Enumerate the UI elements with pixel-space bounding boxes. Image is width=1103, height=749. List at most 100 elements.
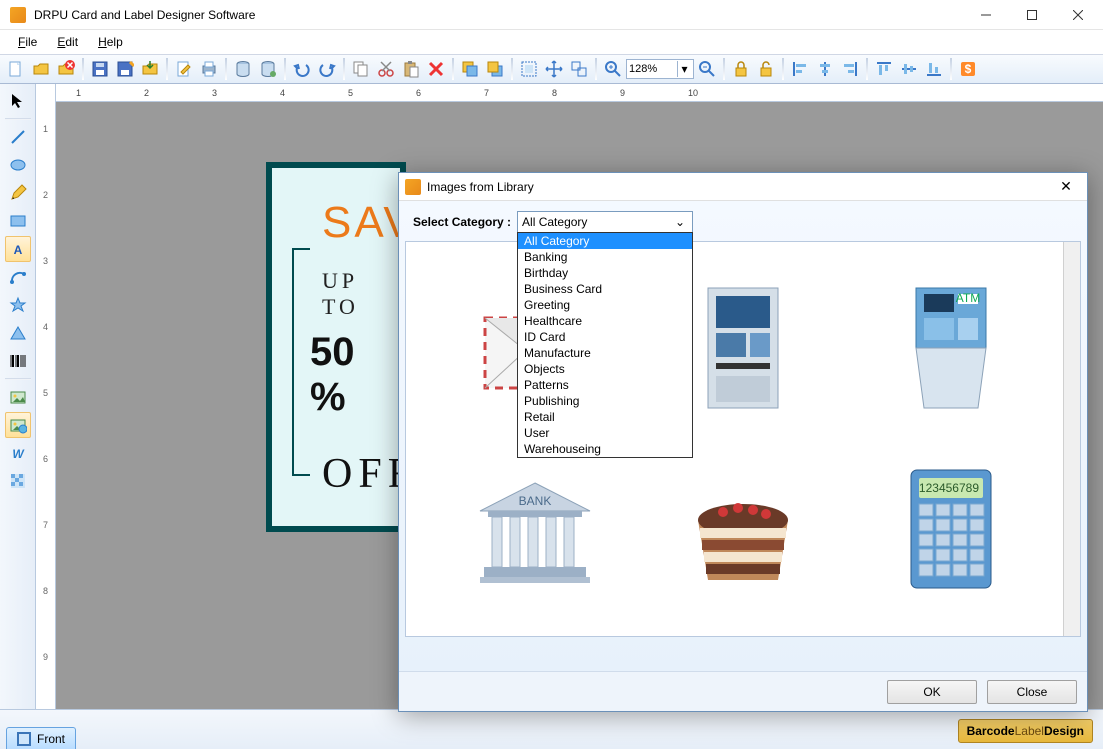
- design-card[interactable]: SAV UP TO 50 % OFF: [266, 162, 406, 532]
- chevron-down-icon[interactable]: ⌄: [672, 214, 688, 230]
- category-option[interactable]: Healthcare: [518, 313, 692, 329]
- grid-scrollbar[interactable]: [1063, 242, 1080, 636]
- unlock-icon[interactable]: [754, 57, 778, 81]
- category-option[interactable]: Manufacture: [518, 345, 692, 361]
- category-select[interactable]: All Category ⌄: [517, 211, 693, 233]
- align-top-icon[interactable]: [872, 57, 896, 81]
- library-thumb-atm-kiosk[interactable]: ATM: [852, 262, 1050, 434]
- save-icon[interactable]: [88, 57, 112, 81]
- arc-tool-icon[interactable]: [5, 264, 31, 290]
- menubar: File Edit Help: [0, 30, 1103, 54]
- zoom-input[interactable]: ▾: [626, 59, 694, 79]
- category-option[interactable]: Publishing: [518, 393, 692, 409]
- category-option[interactable]: Greeting: [518, 297, 692, 313]
- send-back-icon[interactable]: [483, 57, 507, 81]
- paste-icon[interactable]: [399, 57, 423, 81]
- edit-icon[interactable]: [172, 57, 196, 81]
- align-right-icon[interactable]: [838, 57, 862, 81]
- price-icon[interactable]: $: [956, 57, 980, 81]
- menu-help[interactable]: Help: [90, 33, 131, 51]
- svg-text:BANK: BANK: [519, 494, 552, 508]
- dialog-title: Images from Library: [427, 180, 1051, 194]
- card-percent: 50 %: [310, 330, 400, 420]
- text-tool-icon[interactable]: A: [5, 236, 31, 262]
- library-thumb-bank[interactable]: BANK: [436, 444, 634, 616]
- svg-text:$: $: [965, 62, 972, 76]
- card-subhead: UP TO: [322, 268, 400, 320]
- line-tool-icon[interactable]: [5, 124, 31, 150]
- resize-icon[interactable]: [567, 57, 591, 81]
- redo-icon[interactable]: [315, 57, 339, 81]
- svg-text:ATM: ATM: [956, 291, 980, 305]
- copy-icon[interactable]: [349, 57, 373, 81]
- dialog-close-icon[interactable]: ✕: [1051, 178, 1081, 195]
- chevron-down-icon[interactable]: ▾: [677, 61, 691, 77]
- library-thumb-calculator[interactable]: 123456789: [852, 444, 1050, 616]
- close-button[interactable]: [1055, 0, 1101, 30]
- save-as-icon[interactable]: [113, 57, 137, 81]
- minimize-button[interactable]: [963, 0, 1009, 30]
- export-icon[interactable]: [138, 57, 162, 81]
- pencil-tool-icon[interactable]: [5, 180, 31, 206]
- category-option[interactable]: Birthday: [518, 265, 692, 281]
- cut-icon[interactable]: [374, 57, 398, 81]
- zoom-in-icon[interactable]: [601, 57, 625, 81]
- align-left-icon[interactable]: [788, 57, 812, 81]
- svg-text:A: A: [13, 243, 22, 257]
- card-off: OFF: [322, 450, 400, 498]
- align-center-h-icon[interactable]: [813, 57, 837, 81]
- print-icon[interactable]: [197, 57, 221, 81]
- ok-button[interactable]: OK: [887, 680, 977, 704]
- undo-icon[interactable]: [290, 57, 314, 81]
- category-option[interactable]: Warehouseing: [518, 441, 692, 457]
- category-option[interactable]: Objects: [518, 361, 692, 377]
- lock-icon[interactable]: [729, 57, 753, 81]
- database-edit-icon[interactable]: [256, 57, 280, 81]
- select-all-icon[interactable]: [517, 57, 541, 81]
- database-icon[interactable]: [231, 57, 255, 81]
- category-option[interactable]: Retail: [518, 409, 692, 425]
- image-grid: ATM BANK 123456789: [405, 241, 1081, 637]
- window-title: DRPU Card and Label Designer Software: [34, 8, 963, 22]
- category-option[interactable]: Business Card: [518, 281, 692, 297]
- image-tool-icon[interactable]: [5, 384, 31, 410]
- rectangle-tool-icon[interactable]: [5, 208, 31, 234]
- category-option[interactable]: All Category: [518, 233, 692, 249]
- library-thumb-cake[interactable]: [644, 444, 842, 616]
- category-dropdown[interactable]: All CategoryBankingBirthdayBusiness Card…: [517, 232, 693, 458]
- triangle-tool-icon[interactable]: [5, 320, 31, 346]
- align-bottom-icon[interactable]: [922, 57, 946, 81]
- dialog-icon: [405, 179, 421, 195]
- pattern-tool-icon[interactable]: [5, 468, 31, 494]
- category-option[interactable]: Banking: [518, 249, 692, 265]
- barcode-tool-icon[interactable]: [5, 348, 31, 374]
- dialog-titlebar: Images from Library ✕: [399, 173, 1087, 201]
- open-icon[interactable]: [29, 57, 53, 81]
- bring-front-icon[interactable]: [458, 57, 482, 81]
- left-toolbox: A W: [0, 84, 36, 709]
- app-icon: [10, 7, 26, 23]
- ellipse-tool-icon[interactable]: [5, 152, 31, 178]
- svg-text:W: W: [12, 447, 25, 461]
- close-file-icon[interactable]: [54, 57, 78, 81]
- close-button[interactable]: Close: [987, 680, 1077, 704]
- menu-edit[interactable]: Edit: [49, 33, 86, 51]
- category-option[interactable]: Patterns: [518, 377, 692, 393]
- horizontal-ruler: 12345678910: [56, 84, 1103, 102]
- star-tool-icon[interactable]: [5, 292, 31, 318]
- tab-front[interactable]: Front: [6, 727, 76, 749]
- delete-icon[interactable]: [424, 57, 448, 81]
- menu-file[interactable]: File: [10, 33, 45, 51]
- category-option[interactable]: ID Card: [518, 329, 692, 345]
- wordart-tool-icon[interactable]: W: [5, 440, 31, 466]
- maximize-button[interactable]: [1009, 0, 1055, 30]
- statusbar: Front BarcodeLabelDesign: [0, 709, 1103, 749]
- align-center-v-icon[interactable]: [897, 57, 921, 81]
- library-tool-icon[interactable]: [5, 412, 31, 438]
- pointer-tool-icon[interactable]: [5, 88, 31, 114]
- zoom-out-icon[interactable]: [695, 57, 719, 81]
- category-option[interactable]: User: [518, 425, 692, 441]
- move-icon[interactable]: [542, 57, 566, 81]
- main-toolbar: ▾ $: [0, 54, 1103, 84]
- new-icon[interactable]: [4, 57, 28, 81]
